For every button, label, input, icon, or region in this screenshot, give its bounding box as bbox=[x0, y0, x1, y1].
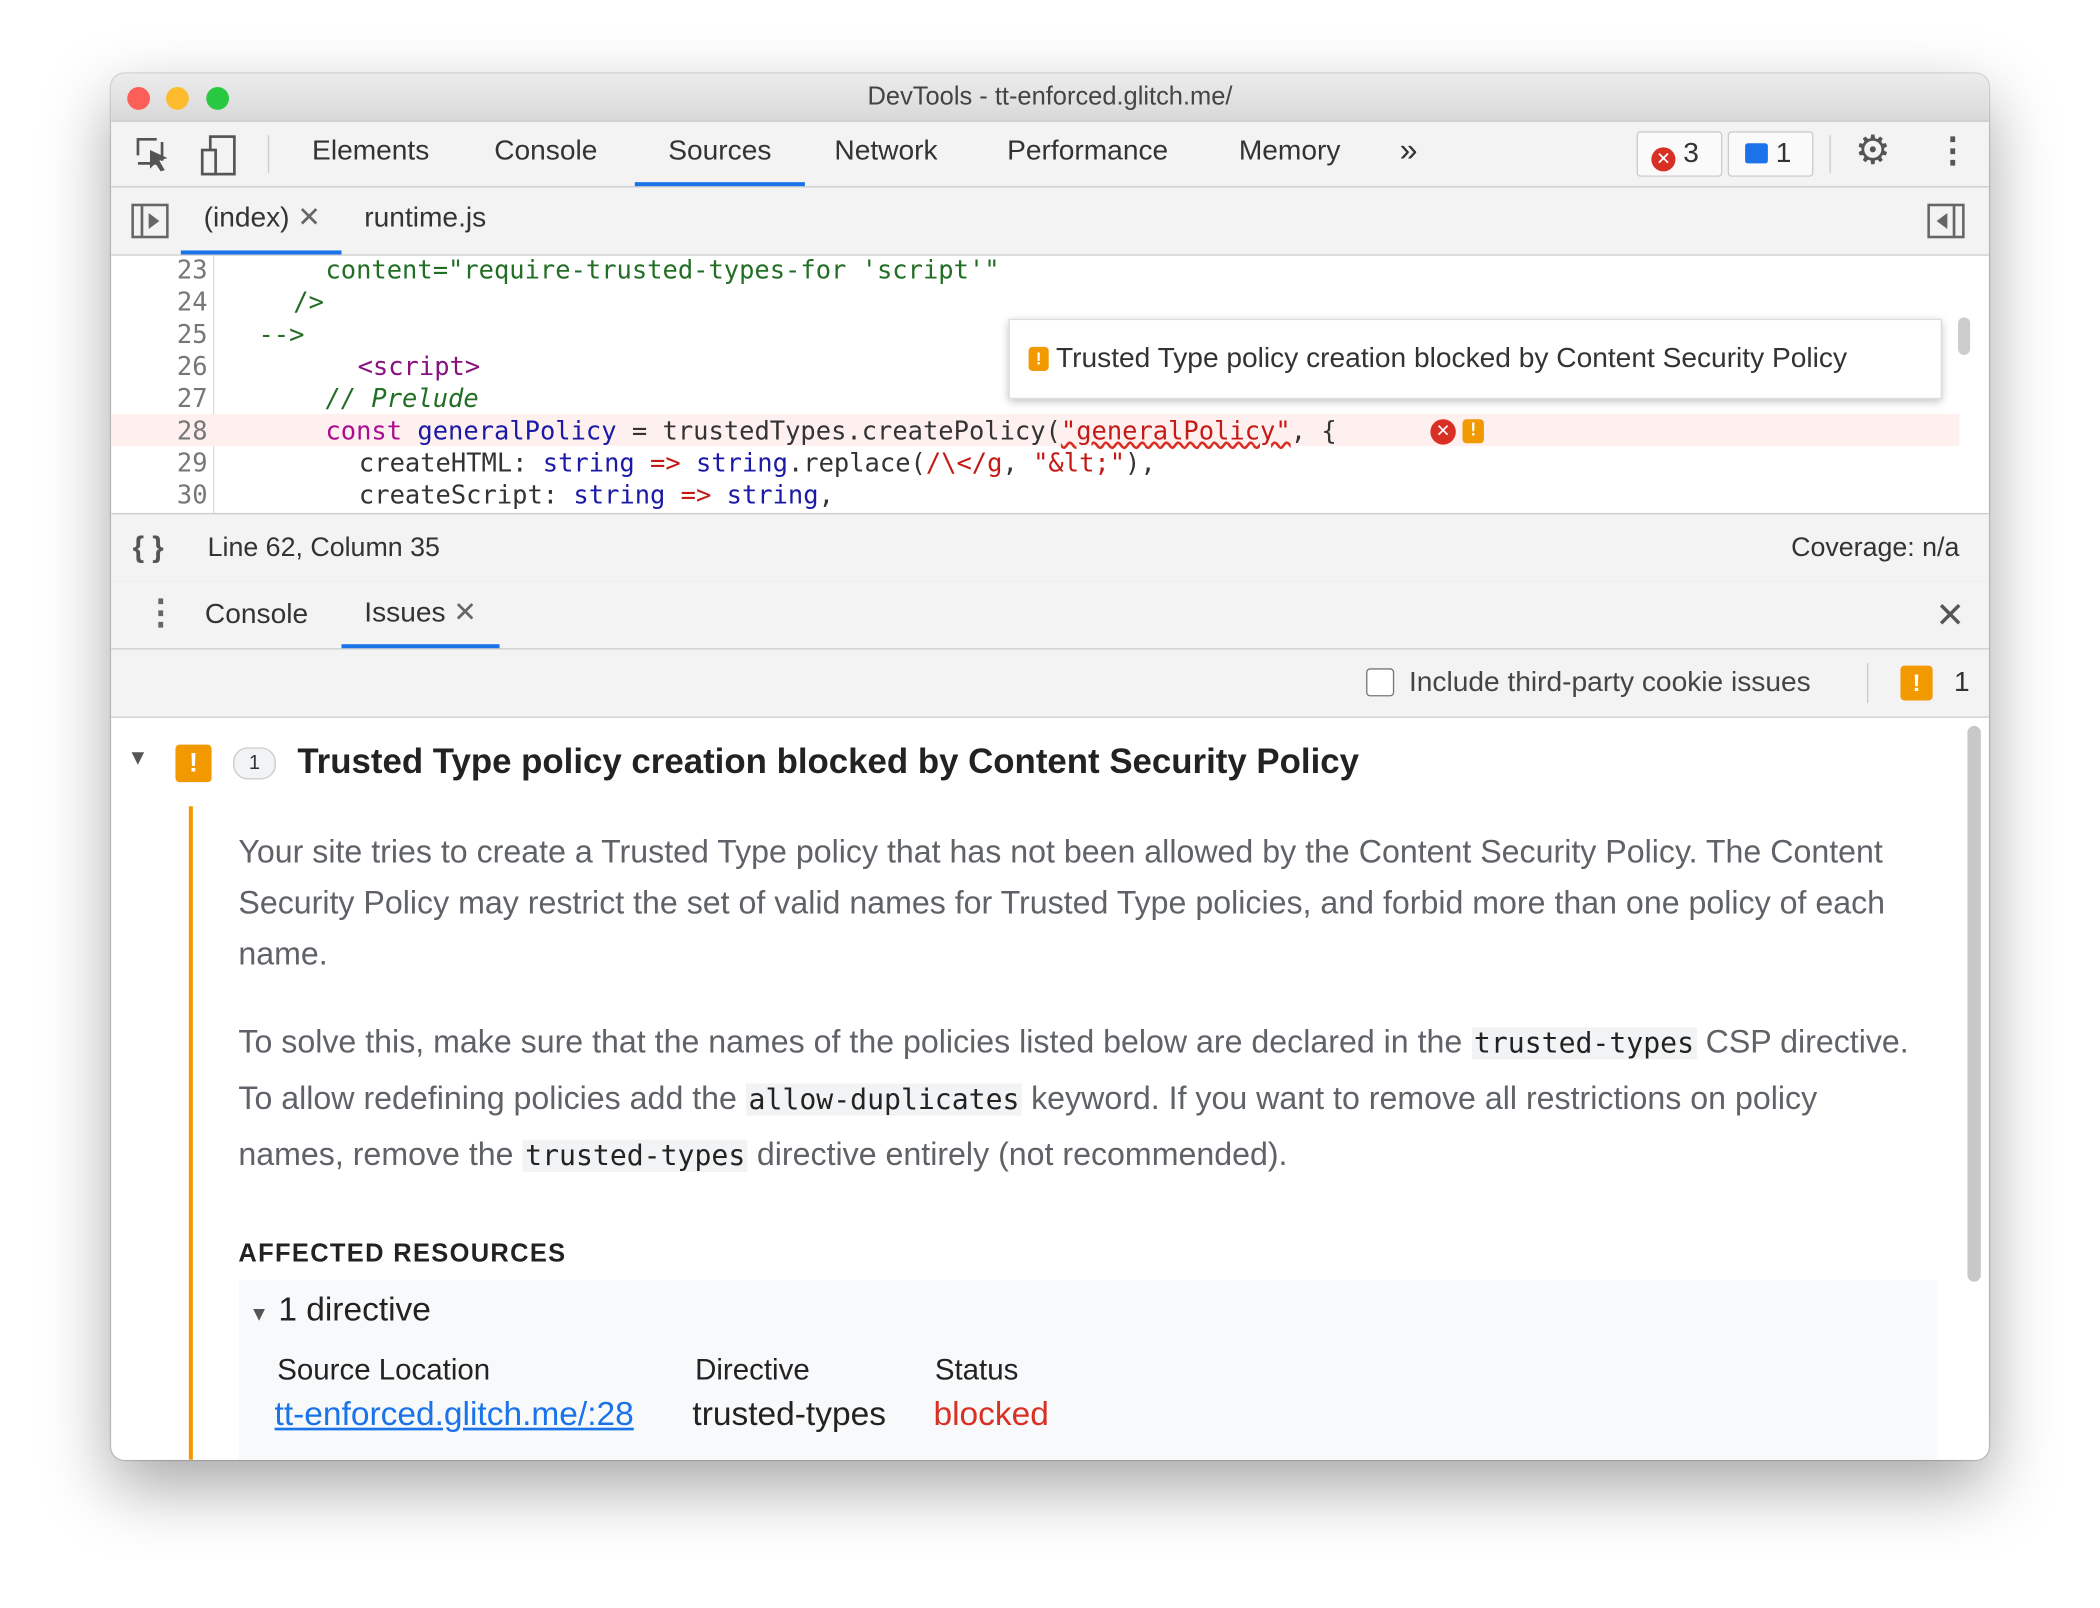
code-line: createScript: string => string, bbox=[358, 480, 834, 511]
third-party-cookie-checkbox[interactable] bbox=[1366, 668, 1395, 697]
drawer-tabs: ⋮ Console Issues ✕ ✕ bbox=[111, 581, 1989, 650]
cursor-position: Line 62, Column 35 bbox=[207, 533, 440, 563]
warning-icon: ! bbox=[175, 744, 212, 783]
error-icon[interactable]: ✕ bbox=[1430, 419, 1456, 445]
editor-scrollbar[interactable] bbox=[1958, 317, 1971, 355]
drawer-menu-icon[interactable]: ⋮ bbox=[143, 592, 178, 634]
code-line: // Prelude bbox=[325, 384, 479, 414]
code-editor[interactable]: 23 24 25 26 27 28 29 30 content="require… bbox=[111, 255, 1989, 513]
message-count-button[interactable]: 1 bbox=[1727, 131, 1814, 177]
error-icon: ✕ bbox=[1651, 147, 1676, 172]
main-toolbar: Elements Console Sources Network Perform… bbox=[111, 121, 1989, 188]
source-location-link[interactable]: tt-enforced.glitch.me/:28 bbox=[275, 1396, 634, 1435]
issues-toolbar: Include third-party cookie issues ! 1 bbox=[111, 649, 1989, 718]
tab-network[interactable]: Network bbox=[834, 122, 937, 186]
error-count-button[interactable]: ✕ 3 bbox=[1636, 131, 1723, 177]
status-bar: { } Line 62, Column 35 Coverage: n/a bbox=[111, 512, 1989, 583]
line-number: 25 bbox=[176, 320, 208, 350]
issue-accent-bar bbox=[188, 806, 193, 1460]
coverage-status: Coverage: n/a bbox=[1791, 533, 1960, 563]
more-options-icon[interactable]: ⋮ bbox=[1935, 130, 1970, 172]
toggle-navigator-icon[interactable] bbox=[131, 203, 169, 239]
tab-memory[interactable]: Memory bbox=[1239, 122, 1341, 186]
tab-elements[interactable]: Elements bbox=[312, 122, 429, 186]
issue-header[interactable]: ▼ ! 1 Trusted Type policy creation block… bbox=[111, 718, 1949, 804]
warning-icon: ! bbox=[1028, 346, 1049, 371]
collapse-triangle-icon[interactable]: ▼ bbox=[249, 1303, 269, 1326]
tab-sources[interactable]: Sources bbox=[634, 122, 805, 187]
warning-icon: ! bbox=[1900, 665, 1933, 701]
close-drawer-icon[interactable]: ✕ bbox=[1936, 595, 1965, 637]
line-number: 27 bbox=[176, 384, 208, 414]
issue-solution: To solve this, make sure that the names … bbox=[238, 1024, 1909, 1174]
close-tab-icon[interactable]: ✕ bbox=[297, 202, 321, 233]
line-number: 29 bbox=[176, 448, 208, 479]
error-count: 3 bbox=[1683, 137, 1699, 169]
issues-list: ▼ ! 1 Trusted Type policy creation block… bbox=[111, 717, 1989, 1460]
maximize-window-button[interactable] bbox=[206, 87, 230, 110]
column-header-source: Source Location bbox=[277, 1352, 491, 1387]
more-tabs-button[interactable]: » bbox=[1400, 122, 1418, 186]
file-tab-runtime[interactable]: runtime.js bbox=[364, 188, 486, 250]
directive-value: trusted-types bbox=[692, 1395, 886, 1434]
tab-console[interactable]: Console bbox=[494, 122, 597, 186]
code-line: /> bbox=[293, 287, 324, 318]
warning-count: 1 bbox=[1954, 666, 1970, 698]
message-count: 1 bbox=[1775, 137, 1792, 169]
issue-tooltip: ! Trusted Type policy creation blocked b… bbox=[1008, 318, 1942, 400]
issues-scrollbar[interactable] bbox=[1967, 725, 1981, 1282]
code-line: createHTML: string => string.replace(/\<… bbox=[358, 448, 1156, 479]
close-window-button[interactable] bbox=[127, 87, 151, 110]
code-line: <script> bbox=[357, 352, 481, 382]
line-number: 28 bbox=[176, 416, 208, 446]
issue-count-badge: 1 bbox=[233, 747, 276, 780]
inspect-element-icon[interactable] bbox=[135, 137, 173, 175]
issue-title: Trusted Type policy creation blocked by … bbox=[297, 740, 1360, 781]
warning-icon[interactable]: ! bbox=[1462, 419, 1484, 444]
file-tabs: (index) ✕ runtime.js bbox=[111, 187, 1989, 256]
column-header-directive: Directive bbox=[695, 1352, 810, 1387]
column-header-status: Status bbox=[934, 1352, 1019, 1387]
code-line: --> bbox=[258, 320, 305, 350]
line-number: 30 bbox=[176, 480, 208, 511]
title-bar: DevTools - tt-enforced.glitch.me/ bbox=[111, 73, 1989, 122]
close-tab-icon[interactable]: ✕ bbox=[453, 597, 477, 628]
code-line: content="require-trusted-types-for 'scri… bbox=[325, 255, 1000, 286]
message-icon bbox=[1745, 143, 1768, 164]
affected-resources-panel: ▼ 1 directive Source Location Directive … bbox=[238, 1280, 1937, 1460]
issue-description: Your site tries to create a Trusted Type… bbox=[238, 834, 1886, 973]
line-number: 24 bbox=[176, 287, 208, 318]
line-number: 23 bbox=[176, 255, 208, 286]
drawer-tab-issues[interactable]: Issues ✕ bbox=[341, 581, 500, 649]
file-tab-label: (index) bbox=[203, 202, 290, 234]
status-value: blocked bbox=[933, 1395, 1049, 1434]
line-number: 26 bbox=[176, 352, 208, 382]
directive-group-toggle[interactable]: ▼ 1 directive bbox=[249, 1291, 431, 1330]
window-title: DevTools - tt-enforced.glitch.me/ bbox=[867, 83, 1233, 112]
checkbox-label[interactable]: Include third-party cookie issues bbox=[1409, 650, 1811, 717]
settings-gear-icon[interactable]: ⚙ bbox=[1855, 127, 1891, 174]
toggle-debugger-icon[interactable] bbox=[1927, 203, 1965, 239]
devtools-window: DevTools - tt-enforced.glitch.me/ Elemen… bbox=[111, 73, 1989, 1460]
tooltip-text: Trusted Type policy creation blocked by … bbox=[1055, 342, 1848, 374]
pretty-print-icon[interactable]: { } bbox=[133, 514, 164, 581]
drawer-tab-console[interactable]: Console bbox=[205, 581, 308, 648]
code-line: const generalPolicy = trustedTypes.creat… bbox=[325, 416, 1337, 446]
file-tab-index[interactable]: (index) ✕ bbox=[180, 188, 342, 255]
collapse-triangle-icon[interactable]: ▼ bbox=[127, 747, 148, 771]
minimize-window-button[interactable] bbox=[166, 87, 189, 110]
affected-resources-heading: AFFECTED RESOURCES bbox=[238, 1240, 567, 1269]
device-toolbar-icon[interactable] bbox=[200, 134, 240, 177]
tab-performance[interactable]: Performance bbox=[1007, 122, 1168, 186]
